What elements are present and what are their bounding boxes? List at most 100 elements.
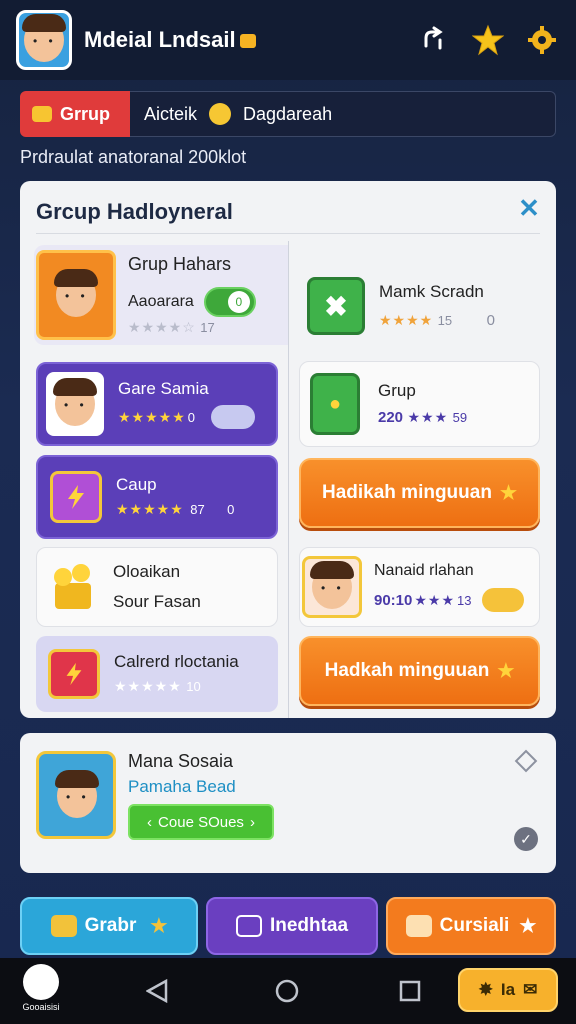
card-subtitle: Aaoarara — [128, 292, 194, 310]
star-icon: ★ — [519, 915, 537, 937]
toggle-switch[interactable]: 0 — [203, 286, 256, 317]
scroll-thumbnail: ● — [310, 373, 360, 435]
face-icon — [55, 770, 99, 818]
lightning-icon — [66, 662, 82, 686]
home-icon[interactable] — [270, 974, 304, 1008]
list-item[interactable]: Grup Hahars Aaoarara 0 ★★★★☆ 17 — [34, 245, 288, 345]
promo-title: Mana Sosaia — [128, 751, 234, 771]
character-icon — [55, 770, 99, 818]
app-logo[interactable]: Gooaisisi — [16, 964, 66, 1012]
cursiali-label: Cursiali — [439, 915, 510, 936]
smile-icon — [209, 103, 232, 125]
cursiali-button[interactable]: Cursiali ★ — [386, 897, 556, 955]
back-icon[interactable] — [140, 974, 174, 1008]
diamond-icon[interactable] — [514, 749, 538, 773]
gear-icon: ✸ — [478, 980, 493, 999]
recents-icon[interactable] — [393, 974, 427, 1008]
button-label: Hadkah minguuan — [324, 660, 490, 681]
like-pill[interactable] — [481, 588, 524, 612]
grabr-button[interactable]: Grabr ★ — [20, 897, 198, 955]
button-label: Hadikah minguuan — [321, 482, 492, 503]
face-icon — [54, 269, 98, 317]
weekly-reward-button[interactable]: Hadkah minguuan ★ — [299, 636, 540, 706]
badge-thumbnail — [50, 471, 102, 523]
rating-count: 13 — [457, 592, 472, 608]
group-icon — [50, 915, 77, 937]
rating-stars: ★★★★ — [379, 312, 434, 328]
badge-thumbnail — [48, 649, 100, 699]
inedhtaa-button[interactable]: Inedhtaa — [206, 897, 378, 955]
star-icon[interactable] — [470, 22, 506, 58]
chat-button[interactable]: ✸ Ia ✉ — [458, 968, 558, 1012]
list-item[interactable]: Nanaid rlahan 90:10 ★★★ 13 — [299, 547, 540, 627]
rating-count: 17 — [200, 319, 215, 335]
star-icon: ★ — [499, 482, 517, 504]
bottom-button-row: Grabr ★ Inedhtaa Cursiali ★ — [20, 897, 556, 955]
list-item[interactable]: ✖ Mamk Scradn ★★★★ 15 0 — [299, 261, 540, 351]
scroll-icon: ● — [328, 392, 342, 415]
rating-count: 15 — [437, 313, 453, 328]
group-panel: Grcup Hadloyneral ✕ Grup Hahars Aaoarara… — [20, 181, 556, 718]
system-nav-bar: Gooaisisi ✸ Ia ✉ — [0, 958, 576, 1024]
inedhtaa-label: Inedhtaa — [269, 915, 349, 936]
character-thumbnail — [46, 372, 104, 436]
promo-button[interactable]: ‹ Coue SOues › — [128, 804, 274, 840]
face-icon — [310, 561, 354, 609]
logo-text: Gooaisisi — [22, 1002, 60, 1012]
card-prefix: 90:10 — [374, 591, 413, 609]
rating-count: 0 — [187, 409, 195, 425]
list-item[interactable]: Caup ★★★★★ 87 0 — [36, 455, 278, 539]
check-icon[interactable]: ✓ — [514, 827, 538, 851]
window-icon — [235, 915, 262, 937]
card-title: Grup — [378, 381, 416, 400]
gear-icon[interactable] — [524, 22, 560, 58]
card-subtitle: Sour Fasan — [113, 592, 201, 611]
toggle-value: 0 — [227, 290, 250, 313]
promo-subtitle: Pamaha Bead — [128, 777, 236, 796]
rating-stars: ★★★★★ — [118, 408, 186, 425]
rating-count: 10 — [186, 679, 201, 694]
promo-thumbnail — [36, 751, 116, 839]
list-item[interactable]: ● Grup 220 ★★★ 59 — [299, 361, 540, 447]
card-title: Grup Hahars — [128, 253, 232, 274]
rating-stars: ★★★★☆ — [128, 318, 196, 335]
search-right-label: Dagdareah — [243, 103, 333, 124]
group-tab-icon — [32, 106, 52, 122]
card-title: Mamk Scradn — [379, 282, 484, 301]
tab-group[interactable]: Grrup — [20, 91, 130, 137]
chat-label: Ia — [500, 980, 516, 999]
list-item[interactable]: Oloaikan Sour Fasan — [36, 547, 278, 627]
app-title-text: Mdeial Lndsail — [84, 27, 236, 52]
close-icon[interactable]: ✕ — [516, 195, 542, 221]
star-icon: ★ — [150, 915, 168, 937]
verified-badge-icon — [239, 34, 256, 49]
rating-stars: ★★★ — [414, 591, 456, 608]
card-title: Caup — [116, 475, 157, 494]
avatar[interactable] — [16, 10, 72, 70]
search-field[interactable]: Aicteik Dagdareah — [130, 91, 556, 137]
share-icon[interactable] — [416, 22, 452, 58]
grabr-label: Grabr — [84, 915, 137, 936]
card-extra: 0 — [227, 502, 235, 517]
rating-count: 59 — [452, 410, 468, 425]
card-title: Nanaid rlahan — [374, 562, 474, 579]
rating-stars: ★★★ — [407, 409, 449, 425]
rating-count: 87 — [190, 502, 205, 517]
face-icon — [53, 378, 97, 426]
app-title: Mdeial Lndsail — [84, 27, 398, 53]
star-icon: ★ — [497, 660, 515, 682]
column-divider — [288, 241, 289, 718]
rating-stars: ★★★★★ — [116, 501, 184, 517]
card-title: Oloaikan — [113, 562, 181, 581]
tabs-row: Grrup Aicteik Dagdareah — [20, 91, 556, 137]
coins-thumbnail — [43, 557, 103, 617]
chat-icon: ✉ — [523, 980, 538, 999]
avatar-face — [22, 14, 66, 62]
like-pill[interactable] — [211, 405, 255, 429]
app-header: Mdeial Lndsail — [0, 0, 576, 80]
list-item[interactable]: Gare Samia ★★★★★ 0 — [36, 362, 278, 446]
search-left-label: Aicteik — [144, 103, 198, 124]
weekly-reward-button[interactable]: Hadikah minguuan ★ — [299, 458, 540, 528]
card-title: Calrerd rloctania — [114, 652, 239, 671]
list-item[interactable]: Calrerd rloctania ★★★★★ 10 — [36, 636, 278, 712]
